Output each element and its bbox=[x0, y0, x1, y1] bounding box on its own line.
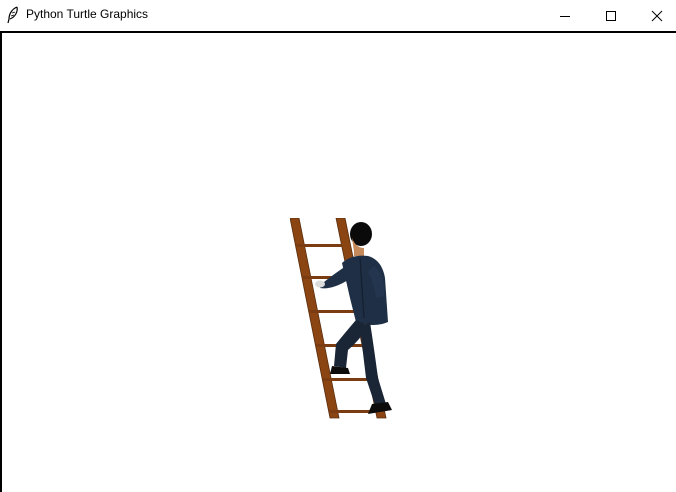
turtle-window: Python Turtle Graphics bbox=[0, 0, 676, 492]
title-bar[interactable]: Python Turtle Graphics bbox=[0, 0, 676, 31]
turtle-canvas[interactable] bbox=[0, 31, 676, 492]
minimize-icon bbox=[559, 10, 571, 22]
close-button[interactable] bbox=[634, 0, 676, 31]
feather-icon bbox=[6, 6, 20, 24]
climbing-man-image bbox=[290, 218, 392, 419]
maximize-icon bbox=[605, 10, 617, 22]
maximize-button[interactable] bbox=[588, 0, 634, 31]
close-icon bbox=[651, 10, 663, 22]
minimize-button[interactable] bbox=[542, 0, 588, 31]
window-title: Python Turtle Graphics bbox=[26, 7, 149, 21]
